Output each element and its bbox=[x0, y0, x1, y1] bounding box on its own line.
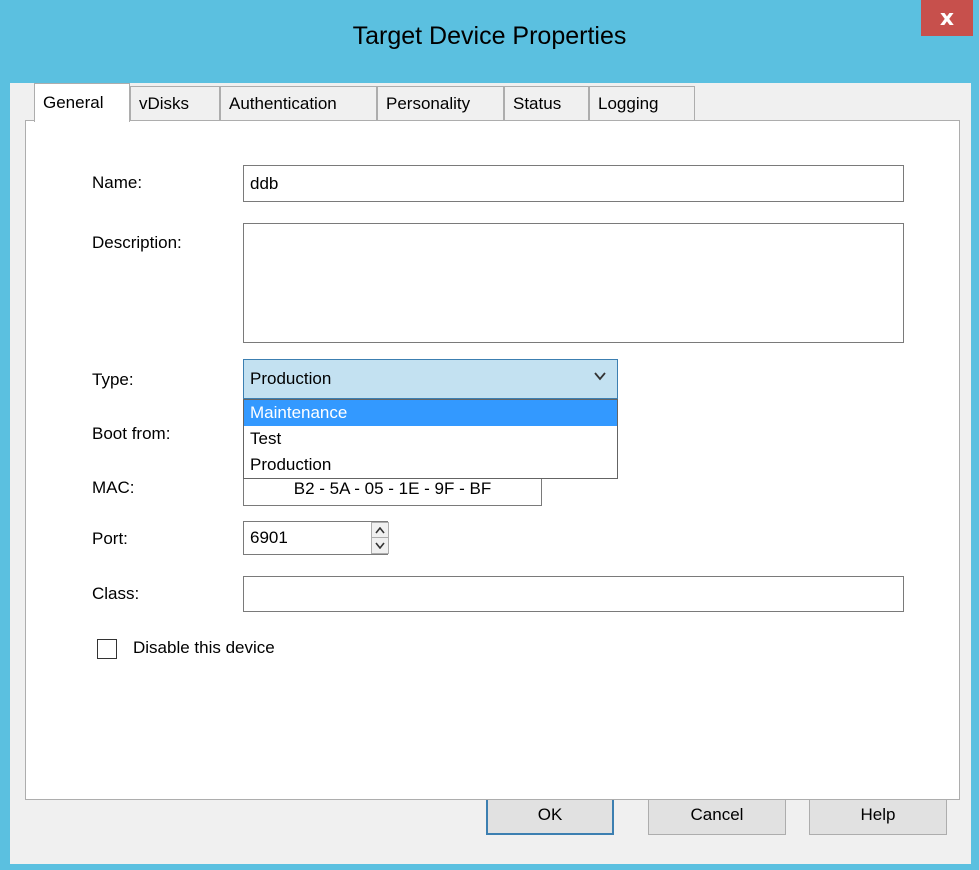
type-option-maintenance[interactable]: Maintenance bbox=[244, 400, 617, 426]
name-input[interactable]: ddb bbox=[243, 165, 904, 202]
spinner-up-icon[interactable] bbox=[372, 523, 388, 538]
window-title: Target Device Properties bbox=[352, 22, 627, 50]
mac-label: MAC: bbox=[92, 478, 135, 497]
description-textarea[interactable] bbox=[243, 223, 904, 343]
type-selected-value: Production bbox=[250, 369, 332, 388]
name-label: Name: bbox=[92, 173, 143, 192]
tab-personality-label: Personality bbox=[386, 94, 471, 113]
tab-status[interactable]: Status bbox=[504, 86, 589, 121]
type-dropdown-list: Maintenance Test Production bbox=[243, 399, 618, 479]
class-input[interactable] bbox=[243, 576, 904, 612]
class-label: Class: bbox=[92, 584, 140, 603]
tab-vdisks[interactable]: vDisks bbox=[130, 86, 220, 121]
tab-logging[interactable]: Logging bbox=[589, 86, 695, 121]
target-device-properties-window: Target Device Properties x General vDisk… bbox=[0, 0, 979, 870]
boot-from-label: Boot from: bbox=[92, 424, 171, 443]
general-tab-panel: Name: ddb Description: Type: Production … bbox=[25, 120, 960, 800]
port-spinner[interactable] bbox=[371, 522, 389, 554]
port-input[interactable]: 6901 bbox=[243, 521, 388, 555]
type-option-test[interactable]: Test bbox=[244, 426, 617, 452]
help-button[interactable]: Help bbox=[809, 795, 947, 835]
tab-personality[interactable]: Personality bbox=[377, 86, 504, 121]
tab-vdisks-label: vDisks bbox=[139, 94, 190, 113]
close-button[interactable]: x bbox=[921, 0, 973, 36]
tab-general-label: General bbox=[43, 93, 104, 112]
type-label: Type: bbox=[92, 370, 134, 389]
port-label: Port: bbox=[92, 529, 128, 548]
spinner-down-icon[interactable] bbox=[372, 538, 388, 553]
type-option-production[interactable]: Production bbox=[244, 452, 617, 478]
disable-device-checkbox[interactable] bbox=[97, 639, 117, 659]
tab-authentication[interactable]: Authentication bbox=[220, 86, 377, 121]
description-label: Description: bbox=[92, 233, 182, 252]
type-combobox[interactable]: Production bbox=[243, 359, 618, 399]
tab-general[interactable]: General bbox=[34, 83, 130, 122]
disable-device-label[interactable]: Disable this device bbox=[133, 638, 275, 658]
title-bar[interactable]: Target Device Properties x bbox=[0, 0, 979, 82]
dialog-client-area: General vDisks Authentication Personalit… bbox=[10, 83, 971, 864]
ok-button[interactable]: OK bbox=[486, 795, 614, 835]
tab-status-label: Status bbox=[513, 94, 562, 113]
tab-authentication-label: Authentication bbox=[229, 94, 337, 113]
cancel-button[interactable]: Cancel bbox=[648, 795, 786, 835]
chevron-down-icon bbox=[594, 372, 606, 381]
tab-logging-label: Logging bbox=[598, 94, 659, 113]
